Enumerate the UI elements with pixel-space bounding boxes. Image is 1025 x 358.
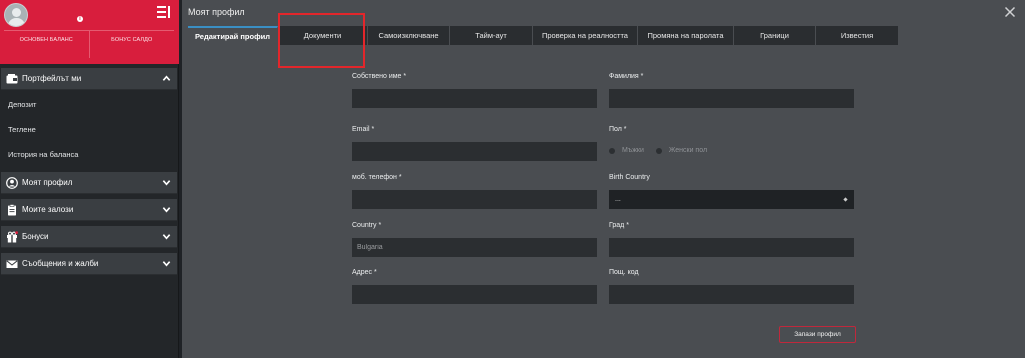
address-label: Адрес * bbox=[352, 269, 377, 276]
sidebar-subitem-withdraw[interactable]: Теглене bbox=[0, 117, 178, 142]
close-icon[interactable] bbox=[1004, 6, 1016, 18]
gift-icon bbox=[7, 230, 18, 242]
sidebar: i ОСНОВЕН БАЛАНС БОНУС САЛДО Портфейлът … bbox=[0, 0, 179, 358]
sidebar-subitem-balance-history[interactable]: История на баланса bbox=[0, 142, 178, 167]
caret-down-icon bbox=[843, 197, 848, 202]
first-name-input[interactable] bbox=[352, 89, 597, 108]
postal-code-label: Пощ. код bbox=[609, 269, 639, 276]
chevron-down-icon bbox=[162, 234, 171, 240]
birth-country-label: Birth Country bbox=[609, 174, 650, 181]
tab-documents[interactable]: Документи bbox=[278, 26, 368, 45]
gender-male-label: Мъжки bbox=[622, 147, 644, 154]
chevron-down-icon bbox=[162, 207, 171, 213]
save-profile-button[interactable]: Запази профил bbox=[779, 326, 856, 343]
sidebar-item-label: Съобщения и жалби bbox=[22, 259, 99, 268]
email-input[interactable] bbox=[352, 142, 597, 161]
tab-edit-profile[interactable]: Редактирай профил bbox=[188, 26, 278, 45]
tab-limits[interactable]: Граници bbox=[734, 26, 816, 45]
phone-label: моб. телефон * bbox=[352, 174, 402, 181]
gender-label: Пол * bbox=[609, 126, 627, 133]
info-icon[interactable]: i bbox=[77, 16, 83, 22]
sidebar-item-my-profile[interactable]: Моят профил bbox=[1, 172, 177, 194]
sidebar-item-my-bets[interactable]: Моите залози bbox=[1, 199, 177, 221]
tab-time-out[interactable]: Тайм-аут bbox=[450, 26, 533, 45]
page-title: Моят профил bbox=[188, 7, 245, 17]
main-balance-label: ОСНОВЕН БАЛАНС bbox=[19, 37, 73, 43]
sidebar-item-label: Бонуси bbox=[22, 232, 49, 241]
chevron-down-icon bbox=[162, 180, 171, 186]
last-name-label: Фамилия * bbox=[609, 73, 644, 80]
profile-panel: Моят профил Редактирай профил Документи … bbox=[182, 0, 1025, 358]
last-name-input[interactable] bbox=[609, 89, 854, 108]
sidebar-subitem-deposit[interactable]: Депозит bbox=[0, 92, 178, 117]
chevron-up-icon bbox=[162, 75, 171, 81]
birth-country-select[interactable]: ... bbox=[609, 190, 854, 209]
sidebar-item-label: Портфейлът ми bbox=[22, 74, 82, 83]
account-header: i ОСНОВЕН БАЛАНС БОНУС САЛДО bbox=[0, 0, 179, 64]
gender-female-radio[interactable]: Женски пол bbox=[655, 147, 708, 154]
profile-tabs: Редактирай профил Документи Самоизключва… bbox=[188, 26, 899, 45]
envelope-icon bbox=[6, 259, 18, 268]
clipboard-icon bbox=[8, 203, 16, 215]
gender-radio-group: Мъжки Женски пол bbox=[609, 147, 719, 154]
postal-code-input[interactable] bbox=[609, 285, 854, 304]
user-circle-icon bbox=[6, 176, 18, 189]
address-input[interactable] bbox=[352, 285, 597, 304]
tab-change-password[interactable]: Промяна на паролата bbox=[638, 26, 734, 45]
email-label: Email * bbox=[352, 126, 375, 133]
tab-notifications[interactable]: Известия bbox=[816, 26, 899, 45]
tab-self-exclusion[interactable]: Самоизключване bbox=[368, 26, 450, 45]
city-label: Град * bbox=[609, 222, 629, 229]
phone-input[interactable] bbox=[352, 190, 597, 209]
sidebar-item-portfolio[interactable]: Портфейлът ми bbox=[1, 68, 177, 90]
sidebar-item-label: Моите залози bbox=[22, 205, 74, 214]
first-name-label: Собствено име * bbox=[352, 73, 407, 80]
radio-dot bbox=[655, 147, 662, 154]
country-label: Country * bbox=[352, 222, 382, 229]
wallet-icon bbox=[6, 73, 18, 83]
country-input[interactable] bbox=[352, 238, 597, 257]
city-input[interactable] bbox=[609, 238, 854, 257]
avatar[interactable] bbox=[4, 3, 28, 27]
gender-male-radio[interactable]: Мъжки bbox=[609, 147, 644, 154]
radio-dot bbox=[609, 147, 615, 154]
sidebar-item-messages[interactable]: Съобщения и жалби bbox=[1, 253, 177, 275]
balance-row: ОСНОВЕН БАЛАНС БОНУС САЛДО bbox=[4, 30, 174, 58]
tab-reality-check[interactable]: Проверка на реалността bbox=[533, 26, 638, 45]
gender-female-label: Женски пол bbox=[668, 147, 708, 154]
menu-icon[interactable] bbox=[157, 6, 171, 18]
sidebar-item-bonuses[interactable]: Бонуси bbox=[1, 226, 177, 248]
sidebar-item-label: Моят профил bbox=[22, 178, 73, 187]
chevron-down-icon bbox=[162, 261, 171, 267]
birth-country-value: ... bbox=[615, 196, 621, 203]
bonus-balance-label: БОНУС САЛДО bbox=[88, 31, 175, 58]
